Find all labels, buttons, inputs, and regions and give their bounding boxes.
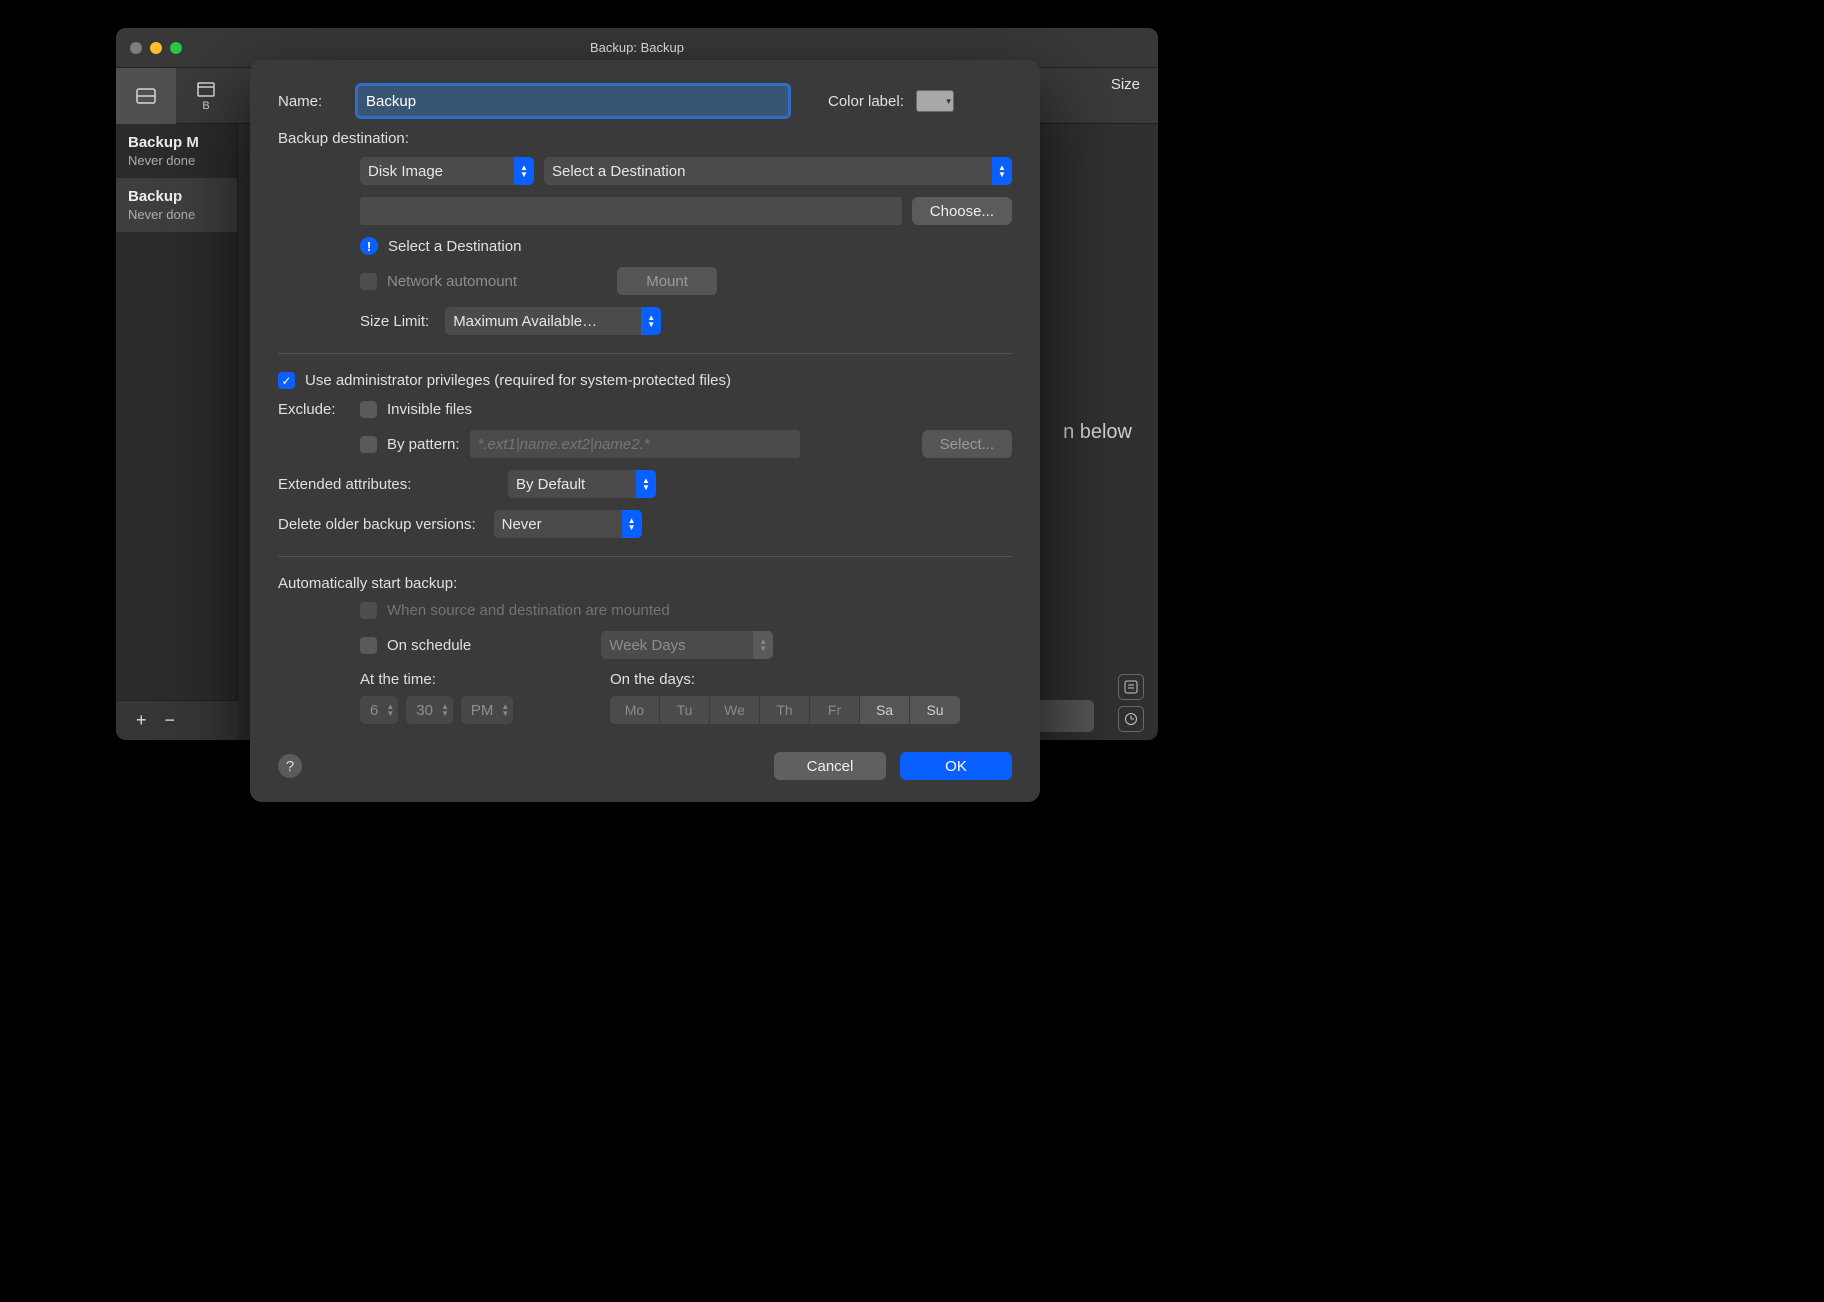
size-limit-label: Size Limit:: [360, 313, 429, 330]
name-label: Name:: [278, 93, 346, 110]
info-icon: !: [360, 237, 378, 255]
ampm-value: PM: [471, 702, 494, 719]
sidebar-item-title: Backup M: [128, 134, 225, 151]
schedule-mode-select: Week Days ▲▼: [601, 631, 773, 659]
sidebar-item-title: Backup: [128, 188, 225, 205]
sidebar-item-subtitle: Never done: [128, 207, 225, 222]
sidebar-item-subtitle: Never done: [128, 153, 225, 168]
day-su: Su: [910, 696, 960, 724]
admin-privileges-checkbox[interactable]: ✓: [278, 372, 295, 389]
invisible-files-checkbox[interactable]: [360, 401, 377, 418]
delete-older-select[interactable]: Never ▲▼: [494, 510, 642, 538]
delete-older-label: Delete older backup versions:: [278, 516, 476, 533]
select-pattern-button: Select...: [922, 430, 1012, 458]
destination-select-value: Select a Destination: [552, 163, 685, 180]
when-mounted-label: When source and destination are mounted: [387, 602, 670, 619]
destination-type-value: Disk Image: [368, 163, 443, 180]
stepper-arrows-icon: ▲▼: [641, 307, 661, 335]
minute-value: 30: [416, 702, 433, 719]
stepper-arrows-icon: ▲▼: [636, 470, 656, 498]
backup-settings-sheet: Name: Color label: ▾ Backup destination:…: [250, 60, 1040, 802]
destination-select[interactable]: Select a Destination ▲▼: [544, 157, 1012, 185]
remove-button[interactable]: −: [165, 710, 176, 731]
schedule-icon[interactable]: [1118, 706, 1144, 732]
stepper-arrows-icon: ▲▼: [753, 631, 773, 659]
tab-backup[interactable]: [116, 68, 176, 124]
schedule-mode-value: Week Days: [609, 637, 685, 654]
day-mo: Mo: [610, 696, 660, 724]
on-schedule-checkbox[interactable]: [360, 637, 377, 654]
destination-path-field[interactable]: [360, 197, 902, 225]
by-pattern-label: By pattern:: [387, 436, 460, 453]
by-pattern-checkbox[interactable]: [360, 436, 377, 453]
log-icon[interactable]: [1118, 674, 1144, 700]
destination-heading: Backup destination:: [278, 130, 1012, 147]
stepper-arrows-icon: ▲▼: [386, 703, 394, 717]
drive-icon: [135, 87, 157, 105]
choose-button[interactable]: Choose...: [912, 197, 1012, 225]
destination-warning: Select a Destination: [388, 238, 521, 255]
exclude-label: Exclude:: [278, 401, 350, 418]
destination-type-select[interactable]: Disk Image ▲▼: [360, 157, 534, 185]
network-automount-checkbox: [360, 273, 377, 290]
at-time-label: At the time:: [360, 671, 600, 688]
stepper-arrows-icon: ▲▼: [514, 157, 534, 185]
stepper-arrows-icon: ▲▼: [441, 703, 449, 717]
archive-icon: [195, 80, 217, 98]
ok-button[interactable]: OK: [900, 752, 1012, 780]
day-we: We: [710, 696, 760, 724]
stepper-arrows-icon: ▲▼: [992, 157, 1012, 185]
stepper-arrows-icon: ▲▼: [622, 510, 642, 538]
network-automount-label: Network automount: [387, 273, 517, 290]
tab-caption: B: [202, 100, 209, 112]
window-title: Backup: Backup: [116, 40, 1158, 55]
on-days-label: On the days:: [610, 671, 960, 688]
extended-attributes-select[interactable]: By Default ▲▼: [508, 470, 656, 498]
day-fr: Fr: [810, 696, 860, 724]
divider: [278, 556, 1012, 557]
days-selector: Mo Tu We Th Fr Sa Su: [610, 696, 960, 724]
extended-attributes-label: Extended attributes:: [278, 476, 468, 493]
color-label: Color label:: [828, 93, 904, 110]
stepper-arrows-icon: ▲▼: [501, 703, 509, 717]
hour-value: 6: [370, 702, 378, 719]
column-size-label: Size: [1111, 68, 1158, 93]
tab-archive[interactable]: B: [176, 68, 236, 124]
mount-button: Mount: [617, 267, 717, 295]
minute-stepper: 30 ▲▼: [406, 696, 453, 724]
day-tu: Tu: [660, 696, 710, 724]
name-input[interactable]: [358, 86, 788, 116]
invisible-files-label: Invisible files: [387, 401, 472, 418]
day-sa: Sa: [860, 696, 910, 724]
sidebar-footer: + −: [116, 700, 238, 740]
size-limit-select[interactable]: Maximum Available… ▲▼: [445, 307, 661, 335]
delete-older-value: Never: [502, 516, 542, 533]
sidebar-item-backup-m[interactable]: Backup M Never done: [116, 124, 237, 178]
hour-stepper: 6 ▲▼: [360, 696, 398, 724]
add-button[interactable]: +: [136, 710, 147, 731]
chevron-down-icon: ▾: [946, 96, 951, 107]
extended-attributes-value: By Default: [516, 476, 585, 493]
day-th: Th: [760, 696, 810, 724]
auto-start-heading: Automatically start backup:: [278, 575, 1012, 592]
admin-privileges-label: Use administrator privileges (required f…: [305, 372, 731, 389]
on-schedule-label: On schedule: [387, 637, 471, 654]
pattern-input: [470, 430, 800, 458]
sidebar-item-backup[interactable]: Backup Never done: [116, 178, 237, 232]
when-mounted-checkbox: [360, 602, 377, 619]
color-label-picker[interactable]: ▾: [916, 90, 954, 112]
help-button[interactable]: ?: [278, 754, 302, 778]
divider: [278, 353, 1012, 354]
ampm-stepper: PM ▲▼: [461, 696, 513, 724]
cancel-button[interactable]: Cancel: [774, 752, 886, 780]
sidebar: Backup M Never done Backup Never done: [116, 124, 238, 740]
size-limit-value: Maximum Available…: [453, 313, 597, 330]
